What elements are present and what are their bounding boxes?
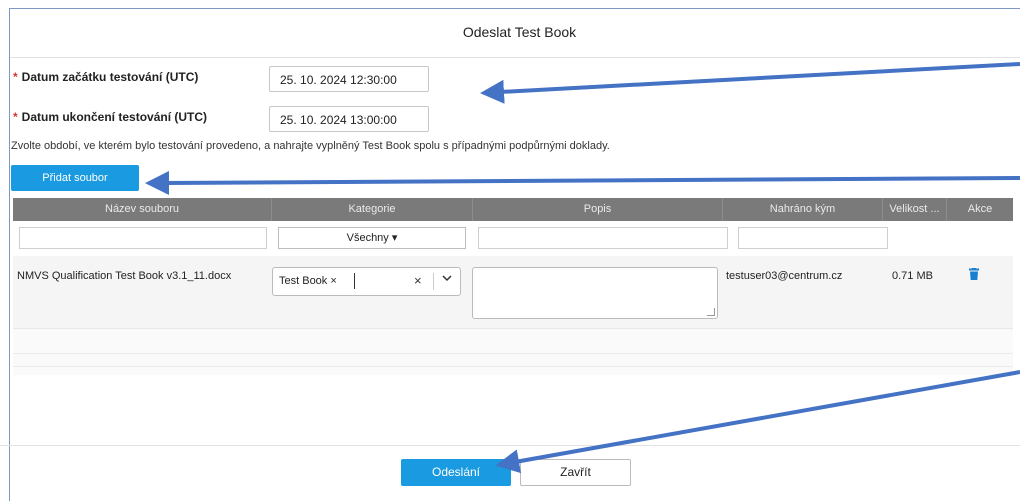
arrow-to-add-file (145, 170, 1020, 195)
arrow-to-date-field (480, 62, 1020, 104)
arrow-to-submit (495, 370, 1020, 474)
annotation-arrows (145, 62, 1020, 474)
